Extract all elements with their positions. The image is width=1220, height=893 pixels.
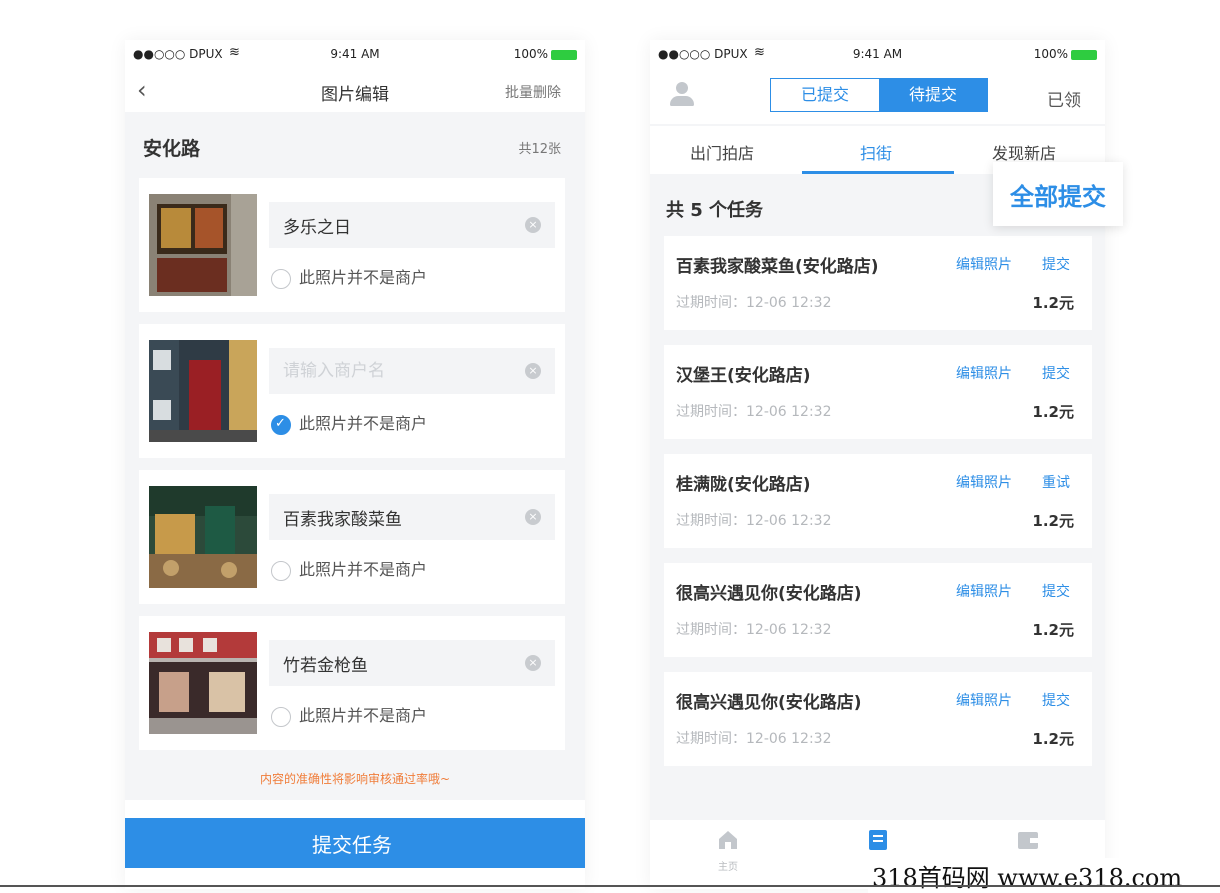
expire-time: 过期时间：12-06 12:32 <box>676 404 832 420</box>
section-header: 安化路 共12张 <box>125 130 585 164</box>
clear-icon[interactable]: × <box>525 509 541 525</box>
claimed-link[interactable]: 已领 <box>1047 86 1081 111</box>
edit-photo-link[interactable]: 编辑照片 <box>956 363 1012 383</box>
task-action-link[interactable]: 提交 <box>1042 690 1070 710</box>
watermark: 318首码网 www.e318.com <box>868 858 1187 893</box>
task-action-link[interactable]: 提交 <box>1042 363 1070 383</box>
radio-icon <box>271 268 291 289</box>
photo-edit-screen: ●●○○○ DPUX ≋ 9:41 AM 100% ‹ 图片编辑 批量删除 安化… <box>125 40 585 889</box>
task-name: 很高兴遇见你(安化路店) <box>676 584 862 604</box>
header: 已提交 待提交 已领 <box>650 68 1105 124</box>
photo-card: × 此照片并不是商户 <box>139 324 565 458</box>
task-action-link[interactable]: 提交 <box>1042 581 1070 601</box>
home-icon <box>719 831 737 849</box>
shop-photo-3 <box>149 486 257 588</box>
task-name: 汉堡王(安化路店) <box>676 366 811 386</box>
segment-submitted[interactable]: 已提交 <box>771 79 879 111</box>
photo-count: 共12张 <box>518 142 561 157</box>
status-bar: ●●○○○ DPUX ≋ 9:41 AM 100% <box>650 40 1105 68</box>
shop-photo-4 <box>149 632 257 734</box>
task-price: 1.2元 <box>1032 512 1074 530</box>
task-card: 很高兴遇见你(安化路店) 编辑照片 提交 过期时间：12-06 12:32 1.… <box>664 672 1092 766</box>
nav-home-label: 主页 <box>718 862 738 873</box>
section-title: 安化路 <box>143 138 201 160</box>
submission-segmented-control: 已提交 待提交 <box>770 78 988 112</box>
merchant-name-input[interactable] <box>269 202 555 248</box>
not-merchant-checkbox[interactable]: 此照片并不是商户 <box>271 556 428 581</box>
task-name: 桂满陇(安化路店) <box>676 475 811 495</box>
task-action-link[interactable]: 重试 <box>1042 472 1070 492</box>
list-icon <box>869 830 887 850</box>
batch-delete-button[interactable]: 批量删除 <box>505 82 561 102</box>
tab-shop-photo[interactable]: 出门拍店 <box>690 140 754 164</box>
radio-icon <box>271 706 291 727</box>
edit-photo-link[interactable]: 编辑照片 <box>956 581 1012 601</box>
battery-icon <box>1071 49 1097 60</box>
edit-photo-link[interactable]: 编辑照片 <box>956 690 1012 710</box>
battery-indicator: 100% <box>514 47 577 61</box>
battery-percent: 100% <box>1033 47 1068 61</box>
radio-icon <box>271 560 291 581</box>
task-card: 桂满陇(安化路店) 编辑照片 重试 过期时间：12-06 12:32 1.2元 <box>664 454 1092 548</box>
submit-all-button[interactable]: 全部提交 <box>993 162 1123 226</box>
tab-discover-shop[interactable]: 发现新店 <box>992 140 1056 164</box>
photo-card: × 此照片并不是商户 <box>139 470 565 604</box>
wallet-icon <box>1018 832 1038 849</box>
segment-pending[interactable]: 待提交 <box>879 79 987 111</box>
expire-time: 过期时间：12-06 12:32 <box>676 295 832 311</box>
merchant-name-input[interactable] <box>269 348 555 394</box>
edit-photo-link[interactable]: 编辑照片 <box>956 472 1012 492</box>
submit-task-button[interactable]: 提交任务 <box>125 818 585 868</box>
task-count: 共 5 个任务 <box>666 200 764 221</box>
not-merchant-label: 此照片并不是商户 <box>299 414 428 433</box>
shop-photo-1 <box>149 194 257 296</box>
nav-bar: ‹ 图片编辑 批量删除 <box>125 68 585 112</box>
photo-card: × 此照片并不是商户 <box>139 616 565 750</box>
clear-icon[interactable]: × <box>525 363 541 379</box>
edit-photo-link[interactable]: 编辑照片 <box>956 254 1012 274</box>
task-price: 1.2元 <box>1032 403 1074 421</box>
not-merchant-checkbox[interactable]: 此照片并不是商户 <box>271 702 428 727</box>
task-price: 1.2元 <box>1032 294 1074 312</box>
task-name: 百素我家酸菜鱼(安化路店) <box>676 257 879 277</box>
battery-percent: 100% <box>513 47 548 61</box>
divider <box>0 885 1220 887</box>
clear-icon[interactable]: × <box>525 217 541 233</box>
task-price: 1.2元 <box>1032 730 1074 748</box>
avatar-icon[interactable] <box>670 82 694 108</box>
expire-time: 过期时间：12-06 12:32 <box>676 513 832 529</box>
task-card: 百素我家酸菜鱼(安化路店) 编辑照片 提交 过期时间：12-06 12:32 1… <box>664 236 1092 330</box>
photo-card: × 此照片并不是商户 <box>139 178 565 312</box>
not-merchant-checkbox[interactable]: 此照片并不是商户 <box>271 410 428 435</box>
active-tab-indicator <box>802 171 954 174</box>
not-merchant-checkbox[interactable]: 此照片并不是商户 <box>271 264 428 289</box>
task-card: 很高兴遇见你(安化路店) 编辑照片 提交 过期时间：12-06 12:32 1.… <box>664 563 1092 657</box>
not-merchant-label: 此照片并不是商户 <box>299 268 428 287</box>
task-action-link[interactable]: 提交 <box>1042 254 1070 274</box>
checked-radio-icon <box>271 414 291 435</box>
battery-indicator: 100% <box>1034 47 1097 61</box>
accuracy-hint: 内容的准确性将影响审核通过率哦~ <box>259 772 451 786</box>
merchant-name-input[interactable] <box>269 640 555 686</box>
task-name: 很高兴遇见你(安化路店) <box>676 693 862 713</box>
status-bar: ●●○○○ DPUX ≋ 9:41 AM 100% <box>125 40 585 68</box>
expire-time: 过期时间：12-06 12:32 <box>676 622 832 638</box>
nav-home[interactable]: 主页 <box>698 828 758 873</box>
not-merchant-label: 此照片并不是商户 <box>299 560 428 579</box>
task-price: 1.2元 <box>1032 621 1074 639</box>
clear-icon[interactable]: × <box>525 655 541 671</box>
battery-icon <box>551 49 577 60</box>
expire-time: 过期时间：12-06 12:32 <box>676 731 832 747</box>
tab-street-sweep[interactable]: 扫街 <box>860 140 892 164</box>
shop-photo-2 <box>149 340 257 442</box>
task-card: 汉堡王(安化路店) 编辑照片 提交 过期时间：12-06 12:32 1.2元 <box>664 345 1092 439</box>
not-merchant-label: 此照片并不是商户 <box>299 706 428 725</box>
merchant-name-input[interactable] <box>269 494 555 540</box>
bottom-bar: 提交任务 <box>125 800 585 889</box>
